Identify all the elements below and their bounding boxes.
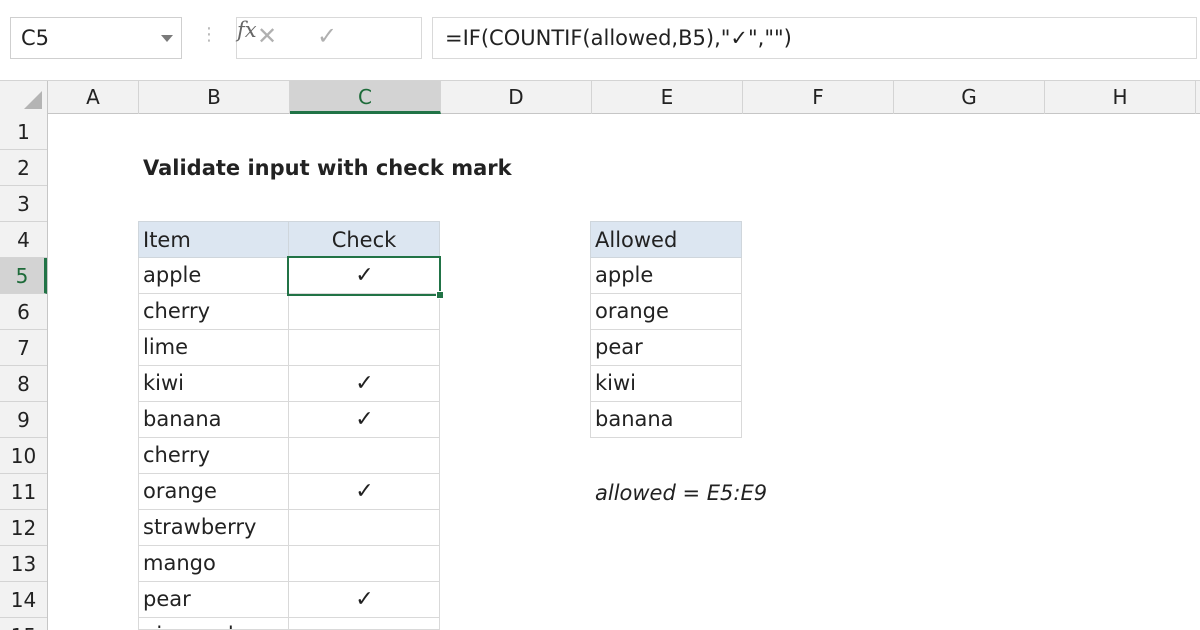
column-header-b[interactable]: B xyxy=(139,81,290,114)
check-mark-icon xyxy=(289,330,440,366)
row-header-5[interactable]: 5 xyxy=(0,258,47,294)
check-cell[interactable] xyxy=(288,618,440,630)
row-header-6[interactable]: 6 xyxy=(0,294,47,330)
item-cell[interactable]: kiwi xyxy=(138,366,289,402)
column-header-d[interactable]: D xyxy=(441,81,592,114)
row-header-14[interactable]: 14 xyxy=(0,582,47,618)
select-all-icon xyxy=(24,91,42,109)
enter-icon[interactable]: ✓ xyxy=(317,22,337,50)
row-header-4[interactable]: 4 xyxy=(0,222,47,258)
item-cell[interactable]: banana xyxy=(138,402,289,438)
row-header-9[interactable]: 9 xyxy=(0,402,47,438)
check-mark-icon: ✓ xyxy=(355,407,374,432)
row-header-3[interactable]: 3 xyxy=(0,186,47,222)
check-mark-icon xyxy=(289,510,440,546)
row-header-7[interactable]: 7 xyxy=(0,330,47,366)
row-header-10[interactable]: 10 xyxy=(0,438,47,474)
formula-text: =IF(COUNTIF(allowed,B5),"✓","") xyxy=(445,26,792,50)
allowed-cell[interactable]: banana xyxy=(590,402,742,438)
item-cell[interactable]: cherry xyxy=(138,294,289,330)
name-box-value: C5 xyxy=(21,26,50,50)
check-mark-icon: ✓ xyxy=(355,587,374,612)
fill-handle[interactable] xyxy=(436,291,444,299)
column-header-f[interactable]: F xyxy=(743,81,894,114)
named-range-note: allowed = E5:E9 xyxy=(595,481,768,505)
row-headers: 1 2 3 4 5 6 7 8 9 10 11 12 13 14 15 xyxy=(0,114,48,630)
row-header-13[interactable]: 13 xyxy=(0,546,47,582)
item-cell[interactable]: orange xyxy=(138,474,289,510)
column-header-a[interactable]: A xyxy=(48,81,139,114)
item-cell[interactable]: pear xyxy=(138,582,289,618)
drag-handle-icon[interactable]: ⋮ xyxy=(200,24,219,45)
insert-function-icon[interactable]: fx xyxy=(237,18,257,42)
select-all-button[interactable] xyxy=(0,81,48,114)
check-header[interactable]: Check xyxy=(288,221,440,258)
allowed-cell[interactable]: orange xyxy=(590,294,742,330)
column-header-h[interactable]: H xyxy=(1045,81,1196,114)
column-header-e[interactable]: E xyxy=(592,81,743,114)
row-header-11[interactable]: 11 xyxy=(0,474,47,510)
sheet-title: Validate input with check mark xyxy=(143,156,512,180)
item-cell[interactable]: cherry xyxy=(138,438,289,474)
item-cell[interactable]: pineapple xyxy=(138,618,289,630)
row-header-1[interactable]: 1 xyxy=(0,114,47,150)
row-header-12[interactable]: 12 xyxy=(0,510,47,546)
allowed-cell[interactable]: apple xyxy=(590,258,742,294)
row-header-15[interactable]: 15 xyxy=(0,618,47,630)
allowed-header[interactable]: Allowed xyxy=(590,221,742,258)
check-mark-icon: ✓ xyxy=(355,479,374,504)
cancel-icon[interactable]: ✕ xyxy=(257,22,277,50)
active-cell-selection[interactable] xyxy=(287,256,444,299)
column-headers: A B C D E F G H xyxy=(0,80,1200,114)
allowed-cell[interactable]: pear xyxy=(590,330,742,366)
item-cell[interactable]: strawberry xyxy=(138,510,289,546)
name-box[interactable]: C5 xyxy=(10,17,182,59)
check-mark-icon xyxy=(289,546,440,582)
check-mark-icon xyxy=(289,438,440,474)
check-mark-icon: ✓ xyxy=(355,371,374,396)
chevron-down-icon[interactable] xyxy=(161,35,173,42)
row-header-2[interactable]: 2 xyxy=(0,150,47,186)
formula-buttons: ✕ ✓ fx xyxy=(236,17,422,59)
allowed-cell[interactable]: kiwi xyxy=(590,366,742,402)
item-header[interactable]: Item xyxy=(138,221,289,258)
item-cell[interactable]: mango xyxy=(138,546,289,582)
item-cell[interactable]: apple xyxy=(138,258,289,294)
formula-bar: C5 ⋮ ✕ ✓ fx =IF(COUNTIF(allowed,B5),"✓",… xyxy=(0,0,1200,80)
formula-input[interactable]: =IF(COUNTIF(allowed,B5),"✓","") xyxy=(432,17,1197,59)
column-header-g[interactable]: G xyxy=(894,81,1045,114)
column-header-c[interactable]: C xyxy=(290,81,441,114)
check-mark-icon xyxy=(289,294,440,330)
row-header-8[interactable]: 8 xyxy=(0,366,47,402)
item-cell[interactable]: lime xyxy=(138,330,289,366)
